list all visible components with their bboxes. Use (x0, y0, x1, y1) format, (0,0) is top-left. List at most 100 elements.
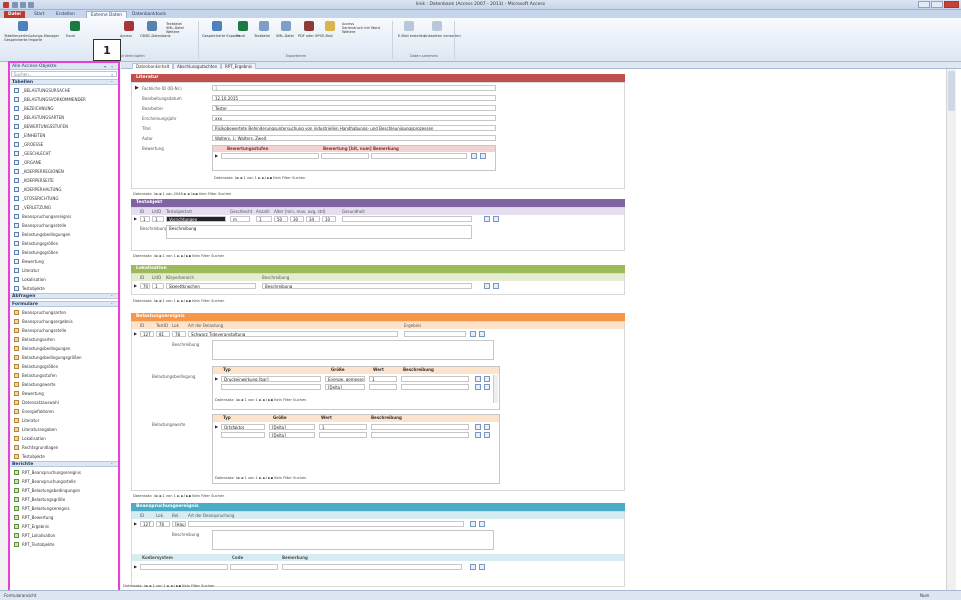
geschlecht-select[interactable]: m (230, 216, 250, 222)
nav-section-table[interactable]: Tabellen ⌃ (10, 79, 118, 85)
nav-item-form[interactable]: Belastungsbedingungsgrößen (10, 353, 118, 362)
wert-groesse-select[interactable]: [Delta] (269, 424, 315, 430)
nav-item-form[interactable]: Literaturangaben (10, 425, 118, 434)
alter-max[interactable]: 30 (290, 216, 304, 222)
subform-record-navigator[interactable]: Datensatz: I◄ ◄ 1 von 1 ► ►I ►▪ Kein Fil… (215, 475, 306, 481)
nav-item-report[interactable]: RPT_Testobjekte (10, 540, 118, 549)
tab-erstellen[interactable]: Erstellen (52, 11, 79, 18)
beanspruchung-lok[interactable]: 76 (156, 521, 170, 527)
nav-item-table[interactable]: _GESCHLECHT (10, 149, 118, 158)
save-icon[interactable] (479, 564, 485, 570)
nav-item-table[interactable]: _VERLETZUNG (10, 203, 118, 212)
record-selector-icon[interactable]: ▶ (215, 424, 218, 429)
testobjekt-litid[interactable]: 1 (152, 216, 164, 222)
testobjekt-id[interactable]: 1 (140, 216, 150, 222)
maximize-button[interactable] (931, 1, 943, 8)
record-navigator-lokalisation[interactable]: Datensatz: I◄ ◄ 1 von 1 ► ►I ►▪ Kein Fil… (133, 298, 224, 304)
nav-item-table[interactable]: Beanspruchungsstelle (10, 221, 118, 230)
save-icon[interactable] (480, 153, 486, 159)
ribbon-button-access-import[interactable]: Access (120, 21, 138, 38)
record-selector-icon[interactable]: ▶ (134, 521, 137, 526)
chevron-up-icon[interactable]: ⌃ (110, 302, 113, 307)
nav-item-report[interactable]: RPT_Ergebnis (10, 522, 118, 531)
record-navigator-main[interactable]: Datensatz: I◄ ◄ 1 von 1 ► ►I ►▪ Kein Fil… (123, 583, 214, 589)
nav-item-form[interactable]: Beanspruchungsarten (10, 308, 118, 317)
vertical-scrollbar[interactable] (946, 69, 956, 590)
nav-item-table[interactable]: Belastungsbedingungen (10, 230, 118, 239)
record-selector-icon[interactable]: ▶ (135, 85, 139, 91)
bedingung-wert-input[interactable] (369, 384, 397, 390)
nav-item-report[interactable]: RPT_Beanspruchungsereignis (10, 468, 118, 477)
ribbon-button-gespeicherte-exporte[interactable]: Gespeicherte Exporte (202, 21, 240, 38)
record-selector-icon[interactable]: ▶ (134, 331, 137, 336)
wert-input[interactable] (319, 432, 367, 438)
chevron-up-icon[interactable]: ⌃ (110, 462, 113, 467)
nav-item-table[interactable]: Belastungsgrößen (10, 239, 118, 248)
wert-beschreibung-input[interactable] (371, 424, 469, 430)
nav-item-form[interactable]: Lokalisation (10, 434, 118, 443)
search-icon[interactable]: ⌕ (111, 72, 113, 77)
belastung-testid[interactable]: 81 (156, 331, 170, 337)
beanspruchungsart-select[interactable] (188, 521, 464, 527)
nav-item-report[interactable]: RPT_Beanspruchungsstelle (10, 477, 118, 486)
nav-item-table[interactable]: _STOSSRICHTUNG (10, 194, 118, 203)
ergebnis-select[interactable] (404, 331, 466, 337)
wert-input[interactable]: 1 (319, 424, 367, 430)
nav-item-form[interactable]: Beanspruchungsstelle (10, 326, 118, 335)
nav-item-form[interactable]: Belastungswerte (10, 380, 118, 389)
ribbon-button-antworten[interactable]: Antworten verwalten (424, 21, 461, 38)
nav-section-query[interactable]: Abfragen ⌃ (10, 293, 118, 299)
wert-typ-select[interactable]: Ortsfaktor (221, 424, 265, 430)
edit-icon[interactable] (475, 384, 481, 390)
nav-item-report[interactable]: RPT_Belastungsereignis (10, 504, 118, 513)
nav-item-form[interactable]: Literatur (10, 416, 118, 425)
collapse-icon[interactable]: « (111, 64, 113, 69)
kodiersystem-select[interactable] (140, 564, 228, 570)
save-icon[interactable] (479, 331, 485, 337)
ribbon-button-xml-export[interactable]: XML-Datei (276, 21, 296, 38)
tab-datenbanktools[interactable]: Datenbanktools (128, 11, 170, 18)
edit-icon[interactable] (475, 432, 481, 438)
nav-item-report[interactable]: RPT_Bewertung (10, 513, 118, 522)
wert-beschreibung-input[interactable] (371, 432, 469, 438)
save-icon[interactable] (493, 283, 499, 289)
edit-icon[interactable] (470, 521, 476, 527)
save-icon[interactable] (484, 384, 490, 390)
save-icon[interactable] (479, 521, 485, 527)
ribbon-button-text-export[interactable]: Textdatei (254, 21, 274, 38)
nav-item-table[interactable]: _KOERPERHALTUNG (10, 185, 118, 194)
nav-item-report[interactable]: RPT_Belastungsbedingungen (10, 486, 118, 495)
belastung-id[interactable]: 127 (140, 331, 154, 337)
ribbon-weitere-import[interactable]: Weitere (166, 30, 196, 34)
lokalisation-id[interactable]: 70 (140, 283, 150, 289)
ribbon-button-odbc[interactable]: ODBC-Datenbank (140, 21, 171, 38)
save-icon[interactable] (484, 376, 490, 382)
minimize-button[interactable] (918, 1, 930, 8)
nav-item-form[interactable]: Bewertung (10, 389, 118, 398)
nav-item-form[interactable]: Belastungsstufen (10, 371, 118, 380)
bedingung-beschreibung-input[interactable] (401, 384, 469, 390)
record-selector-icon[interactable]: ▶ (134, 283, 137, 288)
nav-search-box[interactable]: Suchen... ⌕ (11, 71, 117, 77)
chevron-down-icon[interactable]: ▾ (104, 64, 106, 69)
anzahl-input[interactable]: 1 (256, 216, 272, 222)
nav-section-report[interactable]: Berichte ⌃ (10, 461, 118, 467)
nav-item-table[interactable]: _KOERPERSEITE (10, 176, 118, 185)
nav-item-table[interactable]: _BELASTUNGSURSACHE (10, 86, 118, 95)
nav-item-report[interactable]: RPT_Lokalisation (10, 531, 118, 540)
record-selector-icon[interactable]: ▶ (215, 153, 218, 158)
ribbon-button-excel-import[interactable]: Excel (66, 21, 84, 38)
bedingung-beschreibung-input[interactable] (401, 376, 469, 382)
edit-icon[interactable] (470, 564, 476, 570)
chevron-up-icon[interactable]: ⌃ (110, 294, 113, 299)
gesundheit-input[interactable] (342, 216, 472, 222)
nav-item-form[interactable]: Datensatzauswahl (10, 398, 118, 407)
field-titel[interactable]: Risikobewertete Behinderungsuntersuchung… (212, 125, 496, 131)
nav-item-table[interactable]: _ORGANE (10, 158, 118, 167)
nav-item-table[interactable]: Beanspruchungsereignis (10, 212, 118, 221)
wert-typ-select[interactable] (221, 432, 265, 438)
field-bearbeitungsdatum[interactable]: 12.10.2015 (212, 95, 496, 101)
bedingung-wert-input[interactable]: 1 (369, 376, 397, 382)
subform-record-navigator[interactable]: Datensatz: I◄ ◄ 1 von 1 ► ►I ►▪ Kein Fil… (215, 397, 306, 403)
scrollbar-thumb[interactable] (948, 71, 955, 111)
